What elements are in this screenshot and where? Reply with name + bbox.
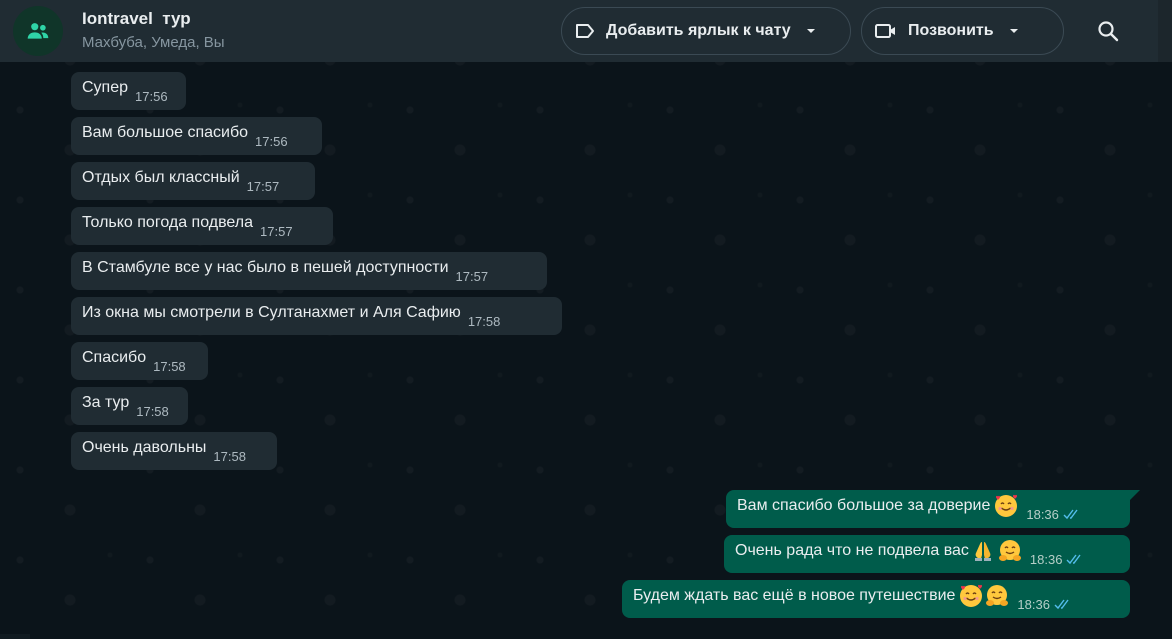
read-double-check-icon — [1063, 509, 1081, 520]
message-text: Только погода подвела — [82, 214, 254, 231]
message-tail — [1130, 490, 1140, 500]
message-time: 17:58 — [136, 403, 169, 419]
label-tag-icon — [574, 22, 596, 40]
message-text: Из окна мы смотрели в Султанахмет и Аля … — [82, 304, 461, 321]
message-text: Очень давольны — [82, 439, 207, 456]
message-bubble-incoming[interactable]: Только погода подвела 17:57 — [71, 207, 333, 245]
message-bubble-outgoing[interactable]: Будем ждать вас ещё в новое путешествие — [622, 580, 1130, 618]
search-button[interactable] — [1092, 15, 1124, 47]
message-time: 17:58 — [213, 448, 246, 464]
folded-hands-icon — [972, 539, 994, 563]
read-double-check-icon — [1066, 554, 1084, 565]
message-time: 17:56 — [135, 88, 168, 104]
message-time: 17:58 — [467, 313, 501, 329]
hugging-face-icon — [984, 583, 1010, 609]
message-text: Отдых был классный — [82, 169, 240, 186]
message-time: 17:57 — [260, 223, 293, 239]
chevron-down-icon — [1008, 27, 1020, 35]
chat-window: Iontravel тур Махбуба, Умеда, Вы Добавит… — [0, 0, 1172, 639]
message-bubble-incoming[interactable]: В Стамбуле все у нас было в пешей доступ… — [71, 252, 547, 290]
chevron-down-icon — [805, 27, 817, 35]
message-bubble-incoming[interactable]: Супер 17:56 — [71, 72, 186, 110]
message-text: Вам спасибо большое за доверие — [737, 497, 991, 514]
message-text: За тур — [82, 394, 130, 411]
smiling-face-with-hearts-icon — [958, 583, 984, 609]
message-time: 17:57 — [455, 268, 489, 284]
message-time: 18:36 — [1029, 551, 1063, 567]
message-time: 17:57 — [246, 178, 280, 194]
composer-edge — [0, 634, 30, 639]
message-time: 18:36 — [1026, 506, 1059, 522]
message-text: Будем ждать вас ещё в новое путешествие — [633, 587, 956, 604]
chat-header: Iontravel тур Махбуба, Умеда, Вы Добавит… — [0, 0, 1172, 62]
add-chat-label-text: Добавить ярлык к чату — [606, 22, 791, 39]
message-bubble-incoming[interactable]: Спасибо 17:58 — [71, 342, 208, 380]
smiling-face-with-hearts-icon — [993, 493, 1019, 519]
message-bubble-incoming[interactable]: Очень давольны 17:58 — [71, 432, 277, 470]
video-camera-icon — [874, 22, 898, 40]
add-chat-label-button[interactable]: Добавить ярлык к чату — [561, 7, 851, 55]
message-text: Очень рада что не подвела вас — [735, 542, 969, 559]
message-bubble-incoming[interactable]: Вам большое спасибо 17:56 — [71, 117, 322, 155]
message-bubble-incoming[interactable]: За тур 17:58 — [71, 387, 188, 425]
message-text: Вам большое спасибо — [82, 124, 249, 141]
group-avatar[interactable] — [13, 6, 63, 56]
group-icon — [27, 23, 49, 39]
chat-members: Махбуба, Умеда, Вы — [82, 34, 225, 51]
chat-title: Iontravel тур — [82, 9, 191, 28]
message-bubble-outgoing[interactable]: Вам спасибо большое за доверие 18:36 — [726, 490, 1130, 528]
message-bubble-incoming[interactable]: Отдых был классный 17:57 — [71, 162, 315, 200]
message-text: Супер — [82, 79, 129, 96]
message-bubble-incoming[interactable]: Из окна мы смотрели в Султанахмет и Аля … — [71, 297, 562, 335]
call-button-text: Позвонить — [908, 22, 994, 39]
message-text: В Стамбуле все у нас было в пешей доступ… — [82, 259, 449, 276]
message-time: 17:58 — [153, 358, 186, 374]
hugging-face-icon — [997, 538, 1023, 564]
message-bubble-outgoing[interactable]: Очень рада что не подвела вас 18:36 — [724, 535, 1130, 573]
call-button[interactable]: Позвонить — [861, 7, 1064, 55]
message-time: 17:56 — [255, 133, 288, 149]
chat-title-block[interactable]: Iontravel тур Махбуба, Умеда, Вы — [82, 8, 225, 53]
scrollbar-edge — [1158, 0, 1172, 62]
message-time: 18:36 — [1017, 596, 1050, 612]
read-double-check-icon — [1054, 599, 1072, 610]
message-text: Спасибо — [82, 349, 147, 366]
search-icon — [1098, 21, 1119, 42]
